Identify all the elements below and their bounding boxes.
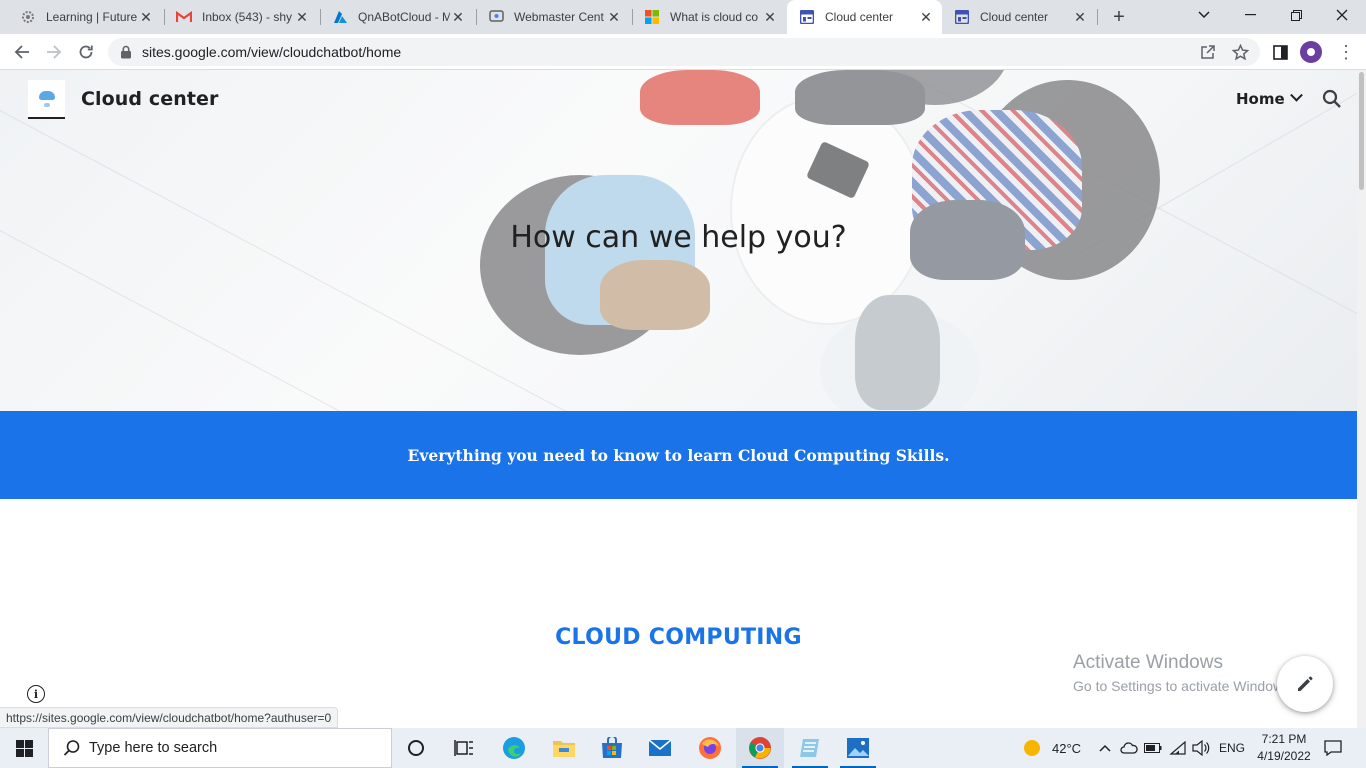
google-sites-icon (954, 9, 970, 25)
tab-divider (1097, 9, 1098, 25)
weather-sun-icon[interactable] (1023, 739, 1041, 757)
minimize-icon[interactable] (1227, 0, 1273, 30)
task-view-icon[interactable] (440, 728, 488, 768)
tab-title: Learning | Future (46, 10, 138, 24)
firefox-icon[interactable] (686, 728, 734, 768)
address-bar[interactable]: sites.google.com/view/cloudchatbot/home (108, 38, 1260, 66)
tab-title: Cloud center (825, 10, 894, 24)
watermark-line1: Activate Windows (1073, 652, 1223, 673)
forward-icon[interactable] (42, 40, 66, 64)
close-window-icon[interactable] (1319, 0, 1365, 30)
address-url: sites.google.com/view/cloudchatbot/home (142, 44, 402, 60)
tab-title: Webmaster Cent (514, 10, 604, 24)
weather-temperature[interactable]: 42°C (1052, 741, 1081, 756)
volume-icon[interactable] (1192, 739, 1210, 757)
tab-strip: Learning | Future ✕ Inbox (543) - shy ✕ … (0, 0, 1366, 34)
tab-what-is-cloud[interactable]: What is cloud co ✕ (632, 0, 786, 34)
share-icon[interactable] (1199, 43, 1217, 61)
reload-icon[interactable] (74, 40, 98, 64)
profile-avatar[interactable] (1300, 41, 1322, 63)
tab-title: QnABotCloud - M (358, 10, 450, 24)
lock-icon[interactable] (120, 45, 134, 59)
new-tab-icon[interactable]: + (1108, 6, 1130, 28)
chevron-up-icon[interactable] (1096, 739, 1114, 757)
battery-icon[interactable] (1144, 739, 1162, 757)
photos-icon[interactable] (834, 728, 882, 768)
info-icon[interactable]: i (27, 685, 45, 703)
azure-icon (332, 9, 348, 25)
windows-start-icon[interactable] (0, 728, 48, 768)
edit-button[interactable] (1277, 656, 1333, 712)
tab-search-chevron-icon[interactable] (1181, 0, 1227, 30)
language-indicator[interactable]: ENG (1219, 741, 1245, 755)
chevron-down-icon (1289, 88, 1303, 102)
clock-time[interactable]: 7:21 PM (1259, 732, 1309, 746)
taskbar-search-placeholder: Type here to search (89, 740, 218, 756)
close-icon[interactable]: ✕ (294, 9, 310, 25)
cloud-logo-icon (38, 90, 55, 100)
page-content: Cloud center Home How can we help you? E… (0, 70, 1357, 728)
tab-inbox[interactable]: Inbox (543) - shy ✕ (164, 0, 318, 34)
section-heading: CLOUD COMPUTING (555, 625, 802, 650)
microsoft-icon (644, 9, 660, 25)
hero-heading: How can we help you? (510, 220, 847, 255)
tab-learning[interactable]: Learning | Future ✕ (8, 0, 162, 34)
link-status-bubble: https://sites.google.com/view/cloudchatb… (0, 707, 339, 728)
webmaster-icon (488, 9, 504, 25)
notepad-app-icon[interactable] (786, 728, 834, 768)
page-scrollbar[interactable] (1357, 70, 1366, 728)
tab-title: What is cloud co (670, 10, 759, 24)
activate-windows-watermark: Activate Windows Go to Settings to activ… (1073, 652, 1294, 694)
pencil-icon (1298, 676, 1313, 691)
edge-icon[interactable] (490, 728, 538, 768)
search-icon[interactable] (1322, 89, 1342, 109)
watermark-line2: Go to Settings to activate Windows. (1073, 678, 1294, 694)
gear-icon (20, 9, 36, 25)
onedrive-cloud-icon[interactable] (1120, 739, 1138, 757)
bookmark-star-icon[interactable] (1231, 43, 1249, 61)
search-icon (63, 740, 80, 756)
google-sites-icon (799, 9, 815, 25)
intro-band-text: Everything you need to know to learn Clo… (407, 445, 950, 465)
scrollbar-thumb[interactable] (1359, 72, 1364, 190)
site-logo[interactable] (28, 80, 65, 119)
browser-toolbar: sites.google.com/view/cloudchatbot/home … (0, 34, 1366, 70)
mail-icon[interactable] (636, 728, 684, 768)
clock-date[interactable]: 4/19/2022 (1252, 749, 1316, 763)
logo-mark (43, 102, 50, 107)
close-icon[interactable]: ✕ (138, 9, 154, 25)
notification-icon[interactable] (1324, 739, 1342, 757)
close-icon[interactable]: ✕ (918, 9, 934, 25)
tab-qnabotcloud[interactable]: QnABotCloud - M ✕ (320, 0, 474, 34)
file-explorer-icon[interactable] (540, 728, 588, 768)
close-icon[interactable]: ✕ (606, 9, 622, 25)
windows-taskbar: Type here to search 42°C ENG 7:21 PM 4/1… (0, 728, 1366, 768)
nav-home-label: Home (1236, 90, 1285, 108)
tab-title: Cloud center (980, 10, 1049, 24)
tab-cloud-center[interactable]: Cloud center ✕ (942, 0, 1096, 34)
wifi-icon[interactable] (1168, 739, 1186, 757)
close-icon[interactable]: ✕ (762, 9, 778, 25)
close-icon[interactable]: ✕ (450, 9, 466, 25)
intro-band: Everything you need to know to learn Clo… (0, 411, 1357, 499)
close-icon[interactable]: ✕ (1072, 9, 1088, 25)
tab-title: Inbox (543) - shy (202, 10, 293, 24)
taskbar-search-input[interactable]: Type here to search (48, 728, 392, 768)
tab-cloud-center-active[interactable]: Cloud center ✕ (787, 0, 942, 34)
tab-webmaster[interactable]: Webmaster Cent ✕ (476, 0, 630, 34)
microsoft-store-icon[interactable] (588, 728, 636, 768)
cortana-icon[interactable] (392, 728, 440, 768)
side-panel-icon[interactable] (1271, 43, 1289, 61)
nav-home-menu[interactable]: Home (1236, 88, 1303, 108)
chrome-icon[interactable] (736, 728, 784, 768)
restore-icon[interactable] (1273, 0, 1319, 30)
site-title[interactable]: Cloud center (81, 88, 218, 110)
gmail-icon (176, 9, 192, 25)
back-icon[interactable] (10, 40, 34, 64)
more-menu-icon[interactable]: ⋮ (1336, 40, 1356, 64)
